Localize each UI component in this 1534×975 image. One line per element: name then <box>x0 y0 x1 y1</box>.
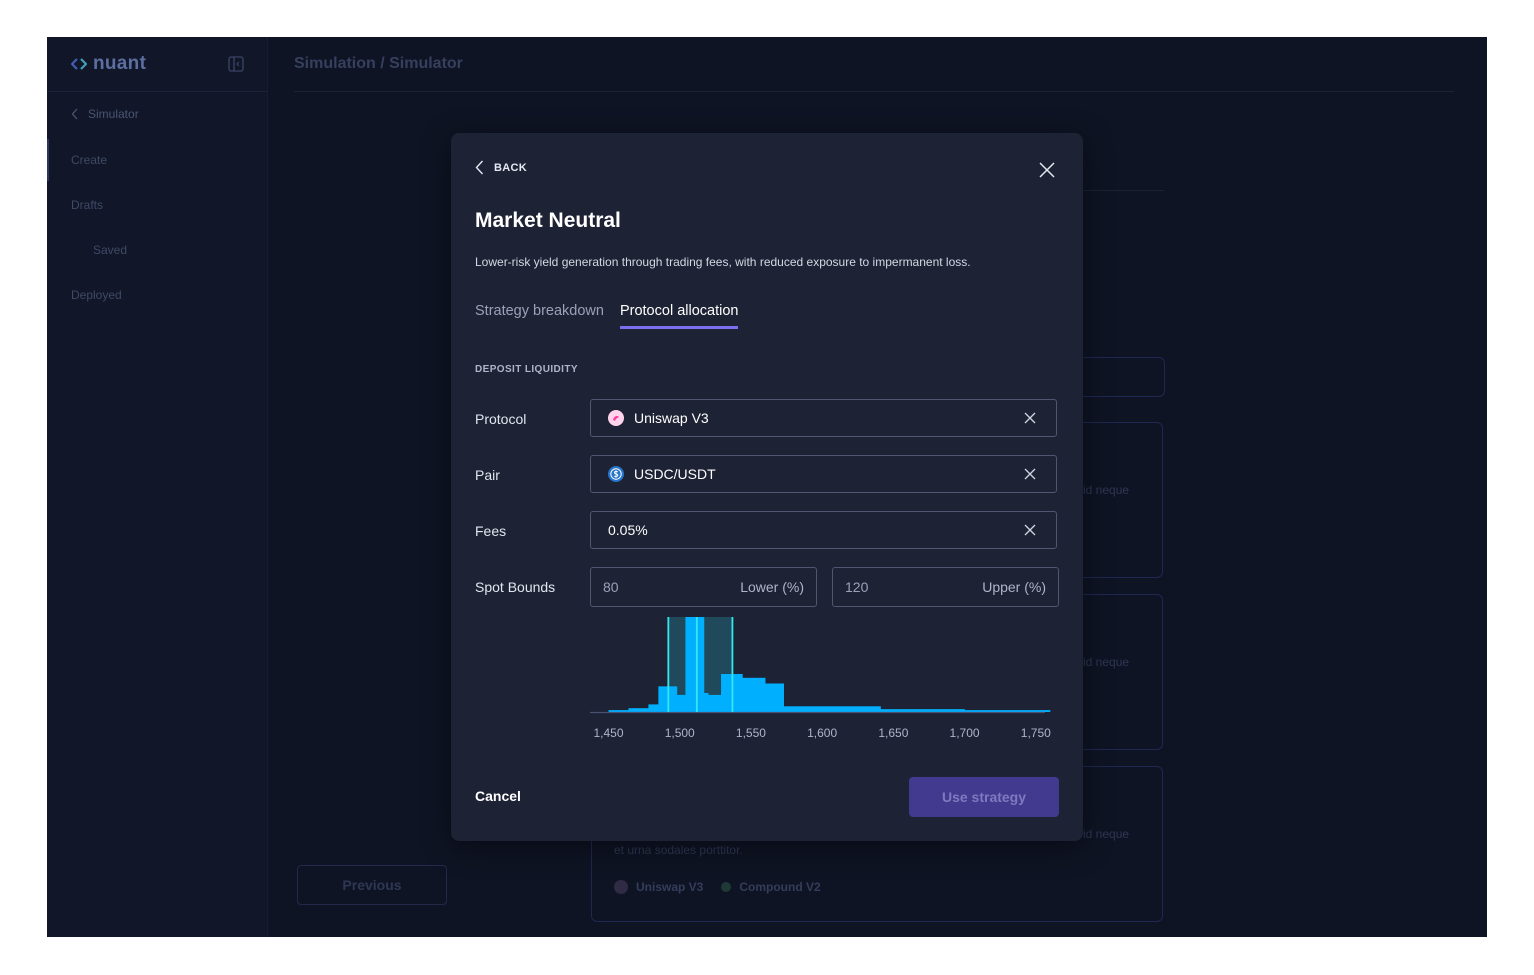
x-tick-label: 1,750 <box>1021 726 1051 740</box>
clear-icon[interactable] <box>1023 467 1037 481</box>
fees-value: 0.05% <box>608 522 648 538</box>
histogram-bar <box>765 683 784 712</box>
spot-bounds-label: Spot Bounds <box>475 579 556 595</box>
card-text-fragment: id neque <box>1083 483 1130 497</box>
modal-description: Lower-risk yield generation through trad… <box>475 255 971 269</box>
chevron-left-icon <box>475 160 484 175</box>
histogram-bar <box>628 708 649 712</box>
nuant-logo: nuant <box>71 53 146 75</box>
modal-title: Market Neutral <box>475 209 621 232</box>
background-input <box>1077 357 1165 397</box>
sidebar-back-label: Simulator <box>88 107 139 121</box>
sidebar-item-deployed[interactable]: Deployed <box>71 288 122 302</box>
section-label: DEPOSIT LIQUIDITY <box>475 364 578 375</box>
pair-label: Pair <box>475 467 500 483</box>
app-window: nuant Simulator Create Drafts Saved Depl… <box>47 37 1487 937</box>
histogram-bar <box>703 693 709 712</box>
card-text-fragment: id neque <box>1083 827 1130 841</box>
previous-button[interactable]: Previous <box>297 865 447 905</box>
histogram-bar <box>880 709 965 712</box>
tab-protocol-allocation[interactable]: Protocol allocation <box>619 303 739 329</box>
tab-strategy-breakdown[interactable]: Strategy breakdown <box>475 303 604 329</box>
x-tick-label: 1,450 <box>593 726 623 740</box>
uniswap-icon <box>614 880 628 894</box>
histogram-bar <box>608 710 629 712</box>
logo-text: nuant <box>93 53 147 74</box>
sidebar-divider <box>47 91 267 92</box>
modal-tabs: Strategy breakdown Protocol allocation <box>475 303 739 329</box>
card-protocol-tags: Uniswap V3 Compound V2 <box>614 880 821 894</box>
sidebar-collapse-icon[interactable] <box>228 56 244 72</box>
protocol-value: Uniswap V3 <box>634 410 709 426</box>
back-button[interactable]: BACK <box>475 160 527 175</box>
cancel-button[interactable]: Cancel <box>475 788 521 804</box>
x-tick-label: 1,600 <box>807 726 837 740</box>
x-tick-label: 1,500 <box>665 726 695 740</box>
pair-select[interactable]: USDC/USDT <box>590 455 1057 493</box>
chevron-left-icon <box>71 108 78 120</box>
x-tick-label: 1,700 <box>950 726 980 740</box>
page-title: Simulation / Simulator <box>294 55 463 72</box>
nuant-logo-icon <box>71 58 87 70</box>
upper-bound-field: Upper (%) <box>832 567 1059 607</box>
uniswap-icon <box>608 410 624 426</box>
x-tick-label: 1,650 <box>878 726 908 740</box>
histogram-bar <box>708 694 722 712</box>
card-description: et urna sodales porttitor. <box>614 843 743 857</box>
sidebar-back-simulator[interactable]: Simulator <box>71 107 139 121</box>
sidebar-item-saved[interactable]: Saved <box>93 243 127 257</box>
lower-bound-unit: Lower (%) <box>740 579 804 595</box>
page-divider <box>294 91 1454 92</box>
tag-label: Compound V2 <box>739 880 821 894</box>
card-text-fragment: id neque <box>1083 655 1130 669</box>
back-label: BACK <box>494 161 527 174</box>
upper-bound-unit: Upper (%) <box>982 579 1046 595</box>
histogram-bar <box>676 694 686 712</box>
close-icon[interactable] <box>1037 160 1057 180</box>
protocol-select[interactable]: Uniswap V3 <box>590 399 1057 437</box>
use-strategy-button[interactable]: Use strategy <box>909 777 1059 817</box>
histogram-bar <box>685 617 705 712</box>
histogram-bar <box>964 710 1051 712</box>
strategy-modal: BACK Market Neutral Lower-risk yield gen… <box>451 133 1083 841</box>
protocol-label: Protocol <box>475 411 527 427</box>
clear-icon[interactable] <box>1023 411 1037 425</box>
histogram-bar <box>783 706 881 712</box>
pair-value: USDC/USDT <box>634 466 716 482</box>
tag-label: Uniswap V3 <box>636 880 704 894</box>
usdc-icon <box>608 466 624 482</box>
sidebar-item-drafts[interactable]: Drafts <box>71 198 103 212</box>
lower-bound-input[interactable] <box>603 579 693 595</box>
price-distribution-chart: 1,450 1,500 1,550 1,600 1,650 1,700 1,750 <box>590 617 1051 740</box>
x-tick-label: 1,550 <box>736 726 766 740</box>
upper-bound-input[interactable] <box>845 579 935 595</box>
sidebar: nuant Simulator Create Drafts Saved Depl… <box>47 37 268 937</box>
lower-bound-field: Lower (%) <box>590 567 817 607</box>
histogram-bar <box>742 677 766 712</box>
sidebar-item-create[interactable]: Create <box>71 153 107 167</box>
tag-compound: Compound V2 <box>721 880 821 894</box>
sidebar-active-indicator <box>47 139 49 181</box>
fees-select[interactable]: 0.05% <box>590 511 1057 549</box>
fees-label: Fees <box>475 523 507 539</box>
compound-icon <box>721 882 732 892</box>
content-divider <box>1082 190 1164 191</box>
histogram-bar <box>648 704 659 712</box>
clear-icon[interactable] <box>1023 523 1037 537</box>
tag-uniswap: Uniswap V3 <box>614 880 703 894</box>
